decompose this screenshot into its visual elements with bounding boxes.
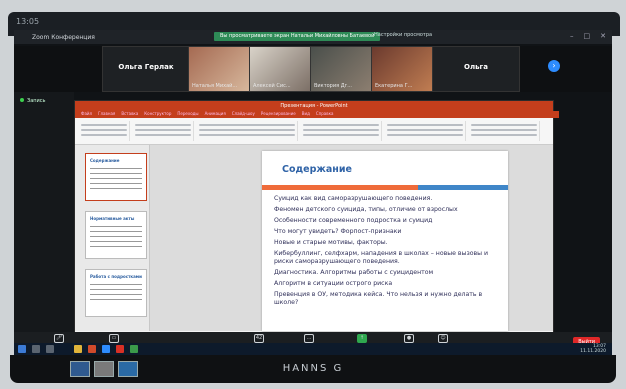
current-slide[interactable]: Содержание Суицид как вид саморазрушающе… [262,151,508,331]
record-icon: ● [404,334,414,343]
ribbon-tab[interactable]: Анимация [205,111,226,118]
slide-thumbnail[interactable]: Содержание [85,153,147,201]
participant-name: Виктория Дг... [314,83,352,89]
zoom-titlebar: Zoom Конференция Вы просматриваете экран… [14,30,612,44]
view-options-button[interactable]: Настройки просмотра [374,32,432,38]
ribbon-tab[interactable]: Файл [81,111,92,118]
recording-label: Запись [27,98,46,104]
participant-tile[interactable]: Виктория Дг... [310,46,372,92]
ribbon-group-font[interactable] [197,121,298,141]
ribbon-group-slides[interactable] [133,121,194,141]
slide-thumbnails-pane: Содержание Нормативные акты Работа с под… [75,145,150,331]
slide-heading: Содержание [282,164,352,175]
chat-icon: … [304,334,314,343]
ribbon-tab[interactable]: Вставка [121,111,138,118]
clock-date: 11.11.2020 [580,349,606,354]
powerpoint-icon[interactable] [88,345,96,353]
zoom-side-area: Запись [14,92,74,332]
zoom-app-icon[interactable] [102,345,110,353]
microphone-icon: 🎤︎ [54,334,64,343]
ribbon-tab[interactable]: Справка [316,111,334,118]
slide-item: Кибербуллинг, селфхарм, нападения в школ… [274,250,489,265]
recording-indicator: Запись [20,98,45,104]
slide-item: Что могут увидеть? Форпост-признаки [274,228,402,235]
chrome-icon[interactable] [130,345,138,353]
slide-thumbnail[interactable]: Нормативные акты [85,211,147,259]
ribbon-tab[interactable]: Вид [302,111,310,118]
participants-icon: 42 [254,334,264,343]
slide-item: Алгоритм в ситуации острого риска [274,280,393,287]
ribbon-tab[interactable]: Переходы [177,111,198,118]
taskbar-clock[interactable]: 13:07 11.11.2020 [580,344,606,354]
participant-tile[interactable]: Екатерина Г... [371,46,433,92]
participant-tile[interactable]: Ольга Герлак [102,46,190,92]
ribbon-group-drawing[interactable] [385,121,466,141]
participant-gallery: Ольга Герлак Наталья Михай... Алексей Си… [14,46,612,92]
ribbon-tab[interactable]: Главная [98,111,115,118]
ppt-ribbon-tabs: Файл Главная Вставка Конструктор Переход… [75,111,559,118]
participant-tile[interactable]: Наталья Михай... [188,46,250,92]
slide-item: Новые и старые мотивы, факторы. [274,239,388,246]
explorer-icon[interactable] [74,345,82,353]
participant-name: Наталья Михай... [192,83,238,89]
share-screen-icon: ↑ [357,334,367,343]
ppt-title: Презентация - PowerPoint [75,101,553,111]
photo-frame: 13:05 Zoom Конференция Вы просматриваете… [0,0,626,389]
close-icon[interactable]: ✕ [600,32,606,40]
monitor-time: 13:05 [16,17,40,26]
search-icon[interactable] [32,345,40,353]
zoom-window-title: Zoom Конференция [32,33,95,41]
thumbnail-heading: Содержание [90,158,120,163]
participant-name: Алексей Сис... [253,83,291,89]
minimize-icon[interactable]: – [570,32,574,40]
powerpoint-window: Презентация - PowerPoint Файл Главная Вс… [74,100,559,334]
ribbon-group-clipboard[interactable] [79,121,130,141]
ribbon-tab[interactable]: Конструктор [144,111,171,118]
participant-name: Ольга [464,63,488,71]
maximize-icon[interactable]: □ [584,32,591,40]
ppt-ribbon [75,118,553,145]
screen-share-banner: Вы просматриваете экран Натальи Михайлов… [214,32,381,41]
slide-accent-bar [262,185,508,190]
slide-item: Превенция в ОУ, методика кейса. Что нель… [274,291,483,306]
windows-taskbar: 13:07 11.11.2020 [14,343,612,355]
task-view-icon[interactable] [46,345,54,353]
ribbon-tab[interactable]: Слайд-шоу [232,111,255,118]
reactions-icon: ☺ [438,334,448,343]
participant-tile[interactable]: Алексей Сис... [249,46,311,92]
slide-item: Суицид как вид саморазрушающего поведени… [274,195,433,202]
participant-name: Екатерина Г... [375,83,413,89]
ribbon-tab[interactable]: Рецензирование [261,111,296,118]
slide-editor-area: Содержание Суицид как вид саморазрушающе… [150,145,553,331]
next-page-icon[interactable]: › [548,60,560,72]
slide-item: Феномен детского суицида, типы, отличие … [274,206,458,213]
ribbon-group-paragraph[interactable] [301,121,382,141]
opera-icon[interactable] [116,345,124,353]
thumbnail-heading: Нормативные акты [90,216,135,221]
thumbnail-heading: Работа с подростками [90,274,142,279]
ribbon-group-editing[interactable] [469,121,540,141]
recording-dot-icon [20,98,24,102]
slide-content-list: Суицид как вид саморазрушающего поведени… [274,195,504,310]
camera-icon: ▭ [109,334,119,343]
start-icon[interactable] [18,345,26,353]
screen: Zoom Конференция Вы просматриваете экран… [14,30,612,355]
slide-item: Диагностика. Алгоритмы работы с суициден… [274,269,434,276]
participant-name: Ольга Герлак [118,63,174,71]
participant-tile[interactable]: Ольга [432,46,520,92]
monitor-bottom-bezel: HANNS G [10,355,616,383]
window-controls: – □ ✕ [570,32,606,40]
monitor-brand: HANNS G [282,363,344,374]
slide-item: Особенности современного подростка и суи… [274,217,433,224]
slide-thumbnail[interactable]: Работа с подростками [85,269,147,317]
